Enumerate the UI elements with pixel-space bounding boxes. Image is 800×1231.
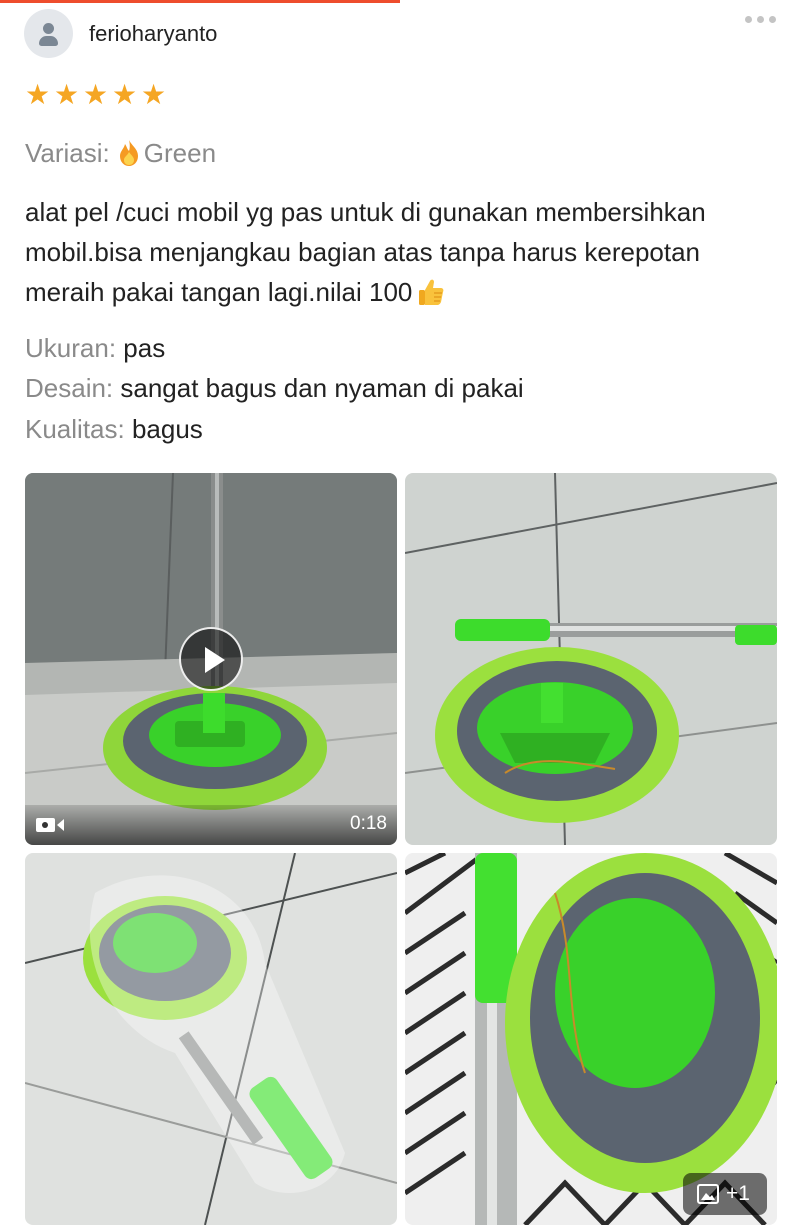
- attribute-quality: Kualitas: bagus: [25, 412, 203, 446]
- more-dots-icon[interactable]: [745, 16, 776, 23]
- review-photo-3[interactable]: +1: [405, 853, 777, 1225]
- star-icon: ★: [111, 79, 138, 110]
- mop-top-view-photo: [405, 473, 777, 845]
- star-icon: ★: [82, 79, 109, 110]
- mop-on-patterned-rug-photo: [405, 853, 777, 1225]
- review-header: ferioharyanto: [24, 9, 780, 59]
- star-icon: ★: [53, 79, 80, 110]
- mop-in-packaging-photo: [25, 853, 397, 1225]
- variation-value: Green: [143, 138, 217, 168]
- review-photo-1[interactable]: [405, 473, 777, 845]
- avatar[interactable]: [24, 9, 73, 58]
- review-photo-2[interactable]: [25, 853, 397, 1225]
- more-media-count: +1: [726, 1182, 750, 1205]
- video-camera-icon: [36, 818, 64, 832]
- review-video-thumbnail[interactable]: 0:18: [25, 473, 397, 845]
- review-body: alat pel /cuci mobil yg pas untuk di gun…: [25, 192, 785, 312]
- review-text: alat pel /cuci mobil yg pas untuk di gun…: [25, 197, 706, 307]
- attribute-value: bagus: [131, 414, 203, 444]
- attribute-value: sangat bagus dan nyaman di pakai: [120, 373, 524, 403]
- variation-row: Variasi: Green: [25, 136, 216, 170]
- variation-label: Variasi:: [25, 138, 110, 168]
- fire-emoji-icon: [119, 140, 138, 166]
- attribute-size: Ukuran: pas: [25, 331, 165, 365]
- star-icon: ★: [140, 79, 167, 110]
- play-icon[interactable]: [179, 627, 243, 691]
- attribute-design: Desain: sangat bagus dan nyaman di pakai: [25, 371, 524, 405]
- star-rating: ★ ★ ★ ★ ★: [24, 79, 167, 110]
- image-icon: [697, 1184, 719, 1204]
- video-info-bar: 0:18: [25, 805, 397, 845]
- attribute-label: Desain:: [25, 373, 114, 403]
- attribute-value: pas: [123, 333, 166, 363]
- attribute-label: Kualitas:: [25, 414, 125, 444]
- username[interactable]: ferioharyanto: [89, 21, 217, 47]
- video-duration: 0:18: [350, 813, 387, 834]
- thumbs-up-emoji-icon: [419, 279, 444, 305]
- star-icon: ★: [24, 79, 51, 110]
- attribute-label: Ukuran:: [25, 333, 117, 363]
- user-silhouette-icon: [43, 23, 54, 34]
- more-media-badge[interactable]: +1: [683, 1173, 767, 1215]
- top-accent-bar: [0, 0, 400, 3]
